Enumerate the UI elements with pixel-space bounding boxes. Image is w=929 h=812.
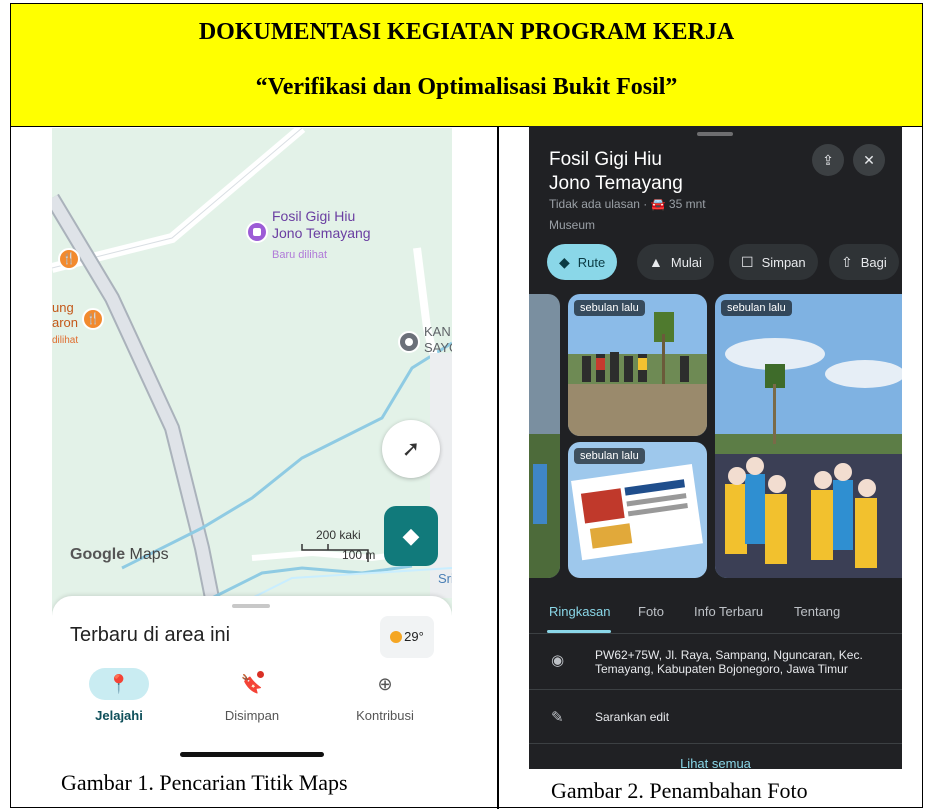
see-all-link[interactable]: Lihat semua — [529, 756, 902, 769]
start-label: Mulai — [670, 255, 702, 270]
tab-kontribusi[interactable]: ⊕ Kontribusi — [330, 668, 440, 723]
poi-label[interactable]: Fosil Gigi Hiu Jono Temayang — [272, 208, 371, 242]
sheet-title: Terbaru di area ini — [70, 624, 231, 646]
photo-partial-image — [529, 294, 560, 578]
save-button[interactable]: ☐ Simpan — [729, 244, 818, 280]
edge-map-label: Sri — [438, 571, 452, 586]
active-tab-indicator — [547, 630, 611, 633]
photo-info-board[interactable]: sebulan lalu — [568, 442, 707, 578]
document-header: DOKUMENTASI KEGIATAN PROGRAM KERJA “Veri… — [11, 4, 922, 127]
document-title: DOKUMENTASI KEGIATAN PROGRAM KERJA — [198, 19, 735, 45]
tab-info-terbaru[interactable]: Info Terbaru — [694, 604, 763, 619]
photo-date-tag-3: sebulan lalu — [721, 300, 792, 316]
photo-crowd[interactable]: sebulan lalu — [715, 294, 902, 578]
place-details-screenshot: Fosil Gigi Hiu Jono Temayang Tidak ada u… — [529, 126, 902, 769]
pencil-icon: ✎ — [551, 709, 564, 726]
route-button[interactable]: ◆ Rute — [547, 244, 618, 280]
place-category: Museum — [549, 218, 596, 232]
weather-temperature: 29° — [404, 629, 424, 644]
tab-disimpan-label: Disimpan — [224, 708, 280, 723]
tab-jelajahi-label: Jelajahi — [95, 708, 143, 723]
column-divider — [497, 127, 499, 809]
address-row[interactable]: ◉ PW62+75W, Jl. Raya, Sampang, Nguncaran… — [529, 634, 902, 690]
location-pin-icon: 📍 — [89, 668, 149, 700]
share-icon: ⇪ — [822, 152, 834, 168]
share-icon: ⇧ — [841, 254, 853, 270]
place-title: Fosil Gigi Hiu Jono Temayang — [549, 148, 683, 196]
restaurant-label[interactable]: ung aron — [52, 300, 78, 330]
caption-figure-2: Gambar 2. Penambahan Foto — [551, 778, 808, 803]
tab-disimpan[interactable]: 🔖 Disimpan — [197, 668, 307, 723]
google-maps-logo: Google Maps — [70, 546, 169, 564]
scale-meter-label: 100 m — [342, 548, 376, 562]
logo-maps-text: Maps — [125, 546, 169, 563]
nearby-label-line1: KAN — [424, 324, 451, 339]
place-pin-icon[interactable] — [398, 331, 420, 353]
place-title-line1: Fosil Gigi Hiu — [549, 149, 662, 170]
nearby-label-line2: SAYO — [424, 340, 452, 355]
share-chip-button[interactable]: ⇧ Bagi — [829, 244, 899, 280]
directions-icon: ◆ — [559, 254, 570, 270]
maps-screenshot: Fosil Gigi Hiu Jono Temayang Baru diliha… — [52, 128, 452, 764]
document-subtitle: “Verifikasi dan Optimalisasi Bukit Fosil… — [255, 74, 678, 100]
add-circle-icon: ⊕ — [377, 674, 393, 694]
address-line1: PW62+75W, Jl. Raya, Sampang, Nguncaran, … — [595, 648, 863, 662]
save-label: Simpan — [761, 255, 806, 270]
restaurant-label-line1: ung — [52, 300, 74, 315]
place-title-line2: Jono Temayang — [549, 173, 683, 194]
place-tabs: Ringkasan Foto Info Terbaru Tentang — [529, 598, 902, 634]
home-indicator[interactable] — [180, 752, 324, 757]
notification-dot — [257, 671, 264, 678]
navigation-arrow-icon: ▲ — [649, 254, 663, 270]
poi-name-line1: Fosil Gigi Hiu — [272, 208, 356, 224]
nearby-place-label[interactable]: KAN SAYO — [424, 324, 452, 356]
my-location-button[interactable]: ➚ — [382, 420, 440, 478]
share-label: Bagi — [860, 255, 887, 270]
restaurant-pin-icon[interactable]: 🍴 — [58, 248, 80, 270]
restaurant-status: dilihat — [52, 335, 79, 346]
navigation-arrow-icon: ➚ — [401, 436, 421, 461]
tab-kontribusi-label: Kontribusi — [356, 708, 414, 723]
scale-feet-label: 200 kaki — [316, 528, 361, 542]
weather-chip[interactable]: 29° — [380, 616, 434, 658]
photo-date-tag: sebulan lalu — [574, 300, 645, 316]
route-label: Rute — [577, 255, 606, 270]
tab-ringkasan[interactable]: Ringkasan — [549, 604, 610, 619]
caption-figure-1: Gambar 1. Pencarian Titik Maps — [61, 770, 348, 795]
weather-sun-icon — [390, 631, 403, 643]
restaurant-label-line2: aron — [52, 315, 79, 330]
bottom-tab-bar: 📍 Jelajahi 🔖 Disimpan ⊕ Kontribusi — [52, 662, 452, 764]
tab-tentang[interactable]: Tentang — [794, 604, 840, 619]
logo-google-text: Google — [70, 546, 126, 563]
photo-crowd-image — [715, 294, 902, 578]
photo-partial[interactable] — [529, 294, 560, 578]
place-meta: Tidak ada ulasan · 🚘 35 mnt — [549, 197, 706, 211]
bookmark-icon: 🔖 — [222, 668, 282, 700]
directions-icon: ◆ — [402, 523, 420, 548]
share-button[interactable]: ⇪ — [812, 144, 844, 176]
tab-foto[interactable]: Foto — [638, 604, 664, 619]
location-pin-icon: ◉ — [551, 652, 565, 669]
suggest-edit-label: Sarankan edit — [595, 710, 670, 724]
sheet-drag-handle-2[interactable] — [697, 132, 733, 136]
poi-status: Baru dilihat — [272, 249, 328, 261]
address-text: PW62+75W, Jl. Raya, Sampang, Nguncaran, … — [595, 648, 863, 676]
close-icon: ✕ — [863, 152, 875, 168]
close-button[interactable]: ✕ — [853, 144, 885, 176]
restaurant-pin-icon-2[interactable]: 🍴 — [82, 308, 104, 330]
bookmark-icon: ☐ — [741, 254, 754, 270]
photo-date-tag-2: sebulan lalu — [574, 448, 645, 464]
photo-group-field[interactable]: sebulan lalu — [568, 294, 707, 436]
sheet-drag-handle[interactable] — [232, 604, 270, 608]
start-button[interactable]: ▲ Mulai — [637, 244, 714, 280]
museum-pin-icon[interactable] — [246, 221, 268, 243]
suggest-edit-row[interactable]: ✎ Sarankan edit — [529, 690, 902, 744]
directions-button[interactable]: ◆ — [384, 506, 438, 566]
tab-jelajahi[interactable]: 📍 Jelajahi — [64, 668, 174, 723]
address-line2: Temayang, Kabupaten Bojonegoro, Jawa Tim… — [595, 662, 848, 676]
poi-name-line2: Jono Temayang — [272, 225, 371, 241]
